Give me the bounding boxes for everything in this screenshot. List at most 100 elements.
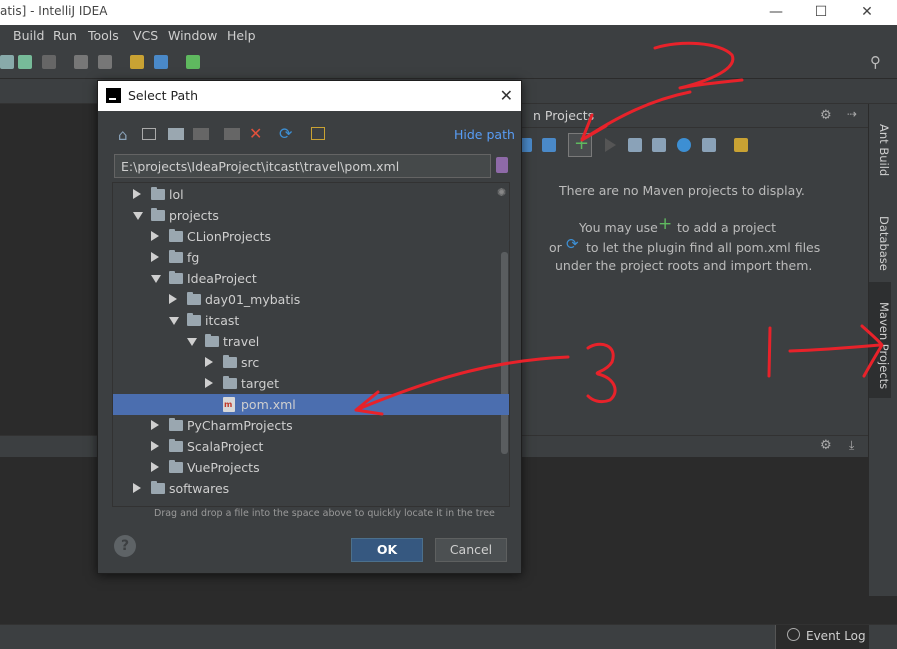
help-button[interactable]: ? [114, 535, 136, 557]
tree-folder-row[interactable]: VueProjects [113, 457, 509, 478]
tree-item-label: travel [223, 334, 260, 349]
expand-arrow-icon[interactable] [133, 212, 143, 220]
maven-settings-icon[interactable] [734, 138, 748, 152]
collapse-arrow-icon[interactable] [169, 294, 177, 304]
search-icon[interactable]: ⚲ [870, 53, 881, 71]
menu-window[interactable]: Window [168, 28, 217, 43]
tree-folder-row[interactable]: projects [113, 205, 509, 226]
intellij-logo-icon [106, 88, 121, 103]
collapse-arrow-icon[interactable] [151, 252, 159, 262]
menu-help[interactable]: Help [227, 28, 256, 43]
menu-vcs[interactable]: VCS [133, 28, 158, 43]
expand-arrow-icon[interactable] [187, 338, 197, 346]
collapse-all-icon[interactable] [702, 138, 716, 152]
drag-drop-hint: Drag and drop a file into the space abov… [154, 508, 495, 519]
tree-folder-row[interactable]: itcast [113, 310, 509, 331]
tree-item-label: fg [187, 250, 200, 265]
history-icon[interactable] [496, 157, 508, 173]
vcs-update-icon[interactable] [186, 55, 200, 69]
menu-tools[interactable]: Tools [88, 28, 119, 43]
tree-folder-row[interactable]: softwares [113, 478, 509, 499]
bottom-gear-icon[interactable]: ⚙ [820, 438, 832, 453]
collapse-arrow-icon[interactable] [205, 357, 213, 367]
menu-build[interactable]: Build [13, 28, 44, 43]
collapse-arrow-icon[interactable] [151, 420, 159, 430]
close-window-icon[interactable]: ✕ [856, 2, 878, 22]
maven-toolbar [510, 128, 868, 162]
collapse-arrow-icon[interactable] [151, 441, 159, 451]
tab-database[interactable]: Database [869, 196, 891, 276]
tree-folder-row[interactable]: lol [113, 184, 509, 205]
tree-folder-row[interactable]: IdeaProject [113, 268, 509, 289]
structure-icon[interactable] [154, 55, 168, 69]
refresh-icon: ⟳ [566, 235, 579, 253]
tree-item-label: softwares [169, 481, 230, 496]
tree-folder-row[interactable]: target [113, 373, 509, 394]
new-folder-icon[interactable] [224, 128, 240, 140]
delete-icon[interactable]: ✕ [249, 124, 265, 143]
hide-panel-icon[interactable]: ⇢ [847, 107, 857, 121]
tree-folder-row[interactable]: fg [113, 247, 509, 268]
tree-folder-row[interactable]: CLionProjects [113, 226, 509, 247]
tree-file-row[interactable]: pom.xml [113, 394, 509, 415]
tree-folder-row[interactable]: ScalaProject [113, 436, 509, 457]
ok-button[interactable]: OK [351, 538, 423, 562]
cancel-button[interactable]: Cancel [435, 538, 507, 562]
tree-item-label: ScalaProject [187, 439, 264, 454]
module-folder-icon[interactable] [193, 128, 209, 140]
maven-use-prefix: You may use [579, 220, 658, 235]
maven-header: n Projects ⚙ ⇢ [510, 104, 868, 128]
run-icon[interactable] [605, 138, 616, 152]
tree-item-label: CLionProjects [187, 229, 272, 244]
execute-goal-icon[interactable] [628, 138, 642, 152]
folder-icon [169, 250, 183, 263]
tree-folder-row[interactable]: PyCharmProjects [113, 415, 509, 436]
bottom-hide-icon[interactable]: ⤓ [849, 438, 854, 453]
expand-arrow-icon[interactable] [169, 317, 179, 325]
tab-maven-projects[interactable]: Maven Projects [869, 282, 891, 398]
collapse-arrow-icon[interactable] [151, 231, 159, 241]
select-path-dialog: Select Path ✕ ⌂ ✕ ⟳ Hide path E:\project… [97, 80, 522, 574]
event-log-button[interactable]: Event Log [775, 625, 869, 649]
menu-bar: Build Run Tools VCS Window Help [0, 25, 897, 47]
collapse-arrow-icon[interactable] [205, 378, 213, 388]
desktop-icon[interactable] [142, 128, 156, 140]
coverage-icon[interactable] [18, 55, 32, 69]
debug-icon[interactable] [0, 55, 14, 69]
project-folder-icon[interactable] [168, 128, 184, 140]
refresh-tree-icon[interactable]: ⟳ [279, 124, 295, 143]
add-maven-project-button[interactable]: + [568, 133, 592, 157]
window-title: atis] - IntelliJ IDEA [0, 4, 108, 18]
collapse-arrow-icon[interactable] [133, 189, 141, 199]
collapse-arrow-icon[interactable] [133, 483, 141, 493]
menu-run[interactable]: Run [53, 28, 77, 43]
tab-ant-build[interactable]: Ant Build [869, 104, 891, 194]
collapse-arrow-icon[interactable] [151, 462, 159, 472]
maximize-icon[interactable]: ☐ [810, 2, 832, 22]
tree-item-label: VueProjects [187, 460, 260, 475]
tree-folder-row[interactable]: src [113, 352, 509, 373]
folder-icon [151, 481, 165, 494]
tree-folder-row[interactable]: travel [113, 331, 509, 352]
tree-item-label: projects [169, 208, 219, 223]
skip-tests-icon[interactable] [677, 138, 691, 152]
settings-icon[interactable] [130, 55, 144, 69]
gear-icon[interactable]: ⚙ [820, 108, 832, 123]
minimize-icon[interactable]: — [765, 2, 787, 22]
stop-icon[interactable] [42, 55, 56, 69]
dialog-close-icon[interactable]: ✕ [500, 86, 513, 105]
path-input[interactable]: E:\projects\IdeaProject\itcast\travel\po… [114, 154, 491, 178]
show-hidden-icon[interactable] [311, 127, 325, 140]
sdk-icon[interactable] [98, 55, 112, 69]
file-tree[interactable]: ✺ lol projects CLionProjects fg IdeaProject d… [112, 182, 510, 507]
maven-line3: under the project roots and import them. [555, 258, 813, 273]
build-icon[interactable] [74, 55, 88, 69]
maven-or-prefix: or [549, 240, 562, 255]
generate-sources-icon[interactable] [542, 138, 556, 152]
hide-path-link[interactable]: Hide path [454, 127, 515, 142]
expand-arrow-icon[interactable] [151, 275, 161, 283]
toggle-offline-icon[interactable] [652, 138, 666, 152]
folder-icon [205, 334, 219, 347]
home-icon[interactable]: ⌂ [118, 126, 134, 144]
tree-folder-row[interactable]: day01_mybatis [113, 289, 509, 310]
